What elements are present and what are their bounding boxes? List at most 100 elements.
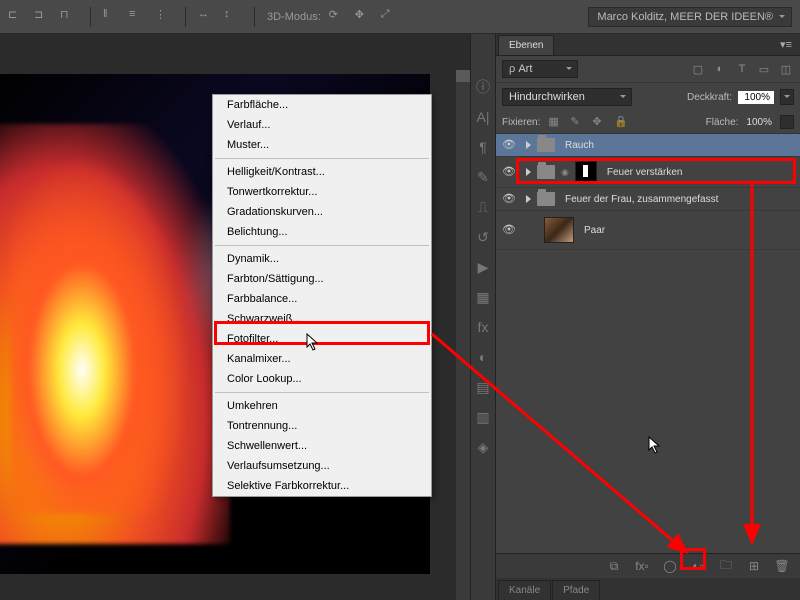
menu-item[interactable]: Helligkeit/Kontrast... <box>213 162 431 182</box>
lock-pixels-icon[interactable]: ✎ <box>570 115 584 129</box>
tab-channels[interactable]: Kanäle <box>498 580 551 600</box>
layer-effects-icon[interactable]: fx▫ <box>634 559 650 573</box>
lock-label: Fixieren: <box>502 117 540 128</box>
menu-item[interactable]: Farbbalance... <box>213 289 431 309</box>
3d-orbit-icon[interactable]: ⟳ <box>329 8 347 26</box>
menu-item[interactable]: Verlauf... <box>213 115 431 135</box>
layer-thumbnail[interactable] <box>544 217 574 243</box>
bottom-panel-tabs: Kanäle Pfade <box>496 578 800 600</box>
adjustment-layer-menu: Farbfläche...Verlauf...Muster... Helligke… <box>212 94 432 497</box>
distribute-icon[interactable]: ⋮ <box>155 8 173 26</box>
character-icon[interactable]: A| <box>474 108 492 126</box>
menu-item[interactable]: Verlaufsumsetzung... <box>213 456 431 476</box>
layers-icon[interactable]: ▤ <box>474 378 492 396</box>
expand-icon[interactable] <box>526 195 531 203</box>
filter-shape-icon[interactable]: ▭ <box>756 62 772 76</box>
paragraph-icon[interactable]: ¶ <box>474 138 492 156</box>
distribute-icon[interactable]: ≡ <box>129 8 147 26</box>
new-group-icon[interactable]: 🗀 <box>718 559 734 573</box>
panel-tabs: Ebenen ▾≡ <box>496 34 800 56</box>
menu-item[interactable]: Gradationskurven... <box>213 202 431 222</box>
layer-rauch[interactable]: 👁 Rauch <box>496 134 800 157</box>
layer-feuer-frau[interactable]: 👁 Feuer der Frau, zusammengefasst <box>496 188 800 211</box>
menu-item[interactable]: Muster... <box>213 135 431 155</box>
menu-item[interactable]: Tontrennung... <box>213 416 431 436</box>
folder-icon <box>537 138 555 152</box>
tab-layers[interactable]: Ebenen <box>498 35 554 55</box>
align-icon[interactable]: ⊐ <box>34 8 52 26</box>
new-adjustment-icon[interactable]: ◐▫ <box>690 559 706 573</box>
visibility-icon[interactable]: 👁 <box>502 165 516 179</box>
styles-icon[interactable]: fx <box>474 318 492 336</box>
opacity-label: Deckkraft: <box>687 92 732 103</box>
tab-paths[interactable]: Pfade <box>552 580 600 600</box>
fill-label: Fläche: <box>706 117 739 128</box>
workspace-selector[interactable]: Marco Kolditz, MEER DER IDEEN® <box>588 7 792 27</box>
actions-icon[interactable]: ▶ <box>474 258 492 276</box>
menu-item[interactable]: Kanalmixer... <box>213 349 431 369</box>
distribute-icon[interactable]: ‖ <box>103 8 121 26</box>
layers-panel: Ebenen ▾≡ ρ Art ▢ ◐ T ▭ ◫ Hindurchwirken… <box>496 34 800 600</box>
panel-menu-icon[interactable]: ▾≡ <box>772 34 800 55</box>
lock-all-icon[interactable]: 🔒 <box>614 115 628 129</box>
lock-position-icon[interactable]: ✥ <box>592 115 606 129</box>
layers-list: 👁 Rauch 👁 ◉ Feuer verstärken 👁 Feuer der… <box>496 134 800 553</box>
channels-icon[interactable]: ▥ <box>474 408 492 426</box>
link-layers-icon[interactable]: ⧉ <box>606 559 622 573</box>
info-icon[interactable]: ⓘ <box>474 78 492 96</box>
menu-item[interactable]: Umkehren <box>213 396 431 416</box>
menu-item[interactable]: Farbfläche... <box>213 95 431 115</box>
visibility-icon[interactable]: 👁 <box>502 223 516 237</box>
blend-mode-select[interactable]: Hindurchwirken <box>502 88 632 106</box>
layers-panel-footer: ⧉ fx▫ ◯ ◐▫ 🗀 ⊞ 🗑 <box>496 553 800 578</box>
layer-feuer-verstaerken[interactable]: 👁 ◉ Feuer verstärken <box>496 157 800 188</box>
folder-icon <box>537 165 555 179</box>
lock-transparency-icon[interactable]: ▦ <box>548 115 562 129</box>
menu-item[interactable]: Fotofilter... <box>213 329 431 349</box>
menu-item[interactable]: Dynamik... <box>213 249 431 269</box>
layer-mask-thumb[interactable] <box>575 161 597 183</box>
folder-icon <box>537 192 555 206</box>
3d-zoom-icon[interactable]: ⤢ <box>381 8 399 26</box>
new-layer-icon[interactable]: ⊞ <box>746 559 762 573</box>
menu-item[interactable]: Schwellenwert... <box>213 436 431 456</box>
visibility-icon[interactable]: 👁 <box>502 138 516 152</box>
brush-icon[interactable]: ✎ <box>474 168 492 186</box>
menu-item[interactable]: Belichtung... <box>213 222 431 242</box>
filter-smart-icon[interactable]: ◫ <box>778 62 794 76</box>
align-icons: ⊏ ⊐ ⊓ ‖ ≡ ⋮ ↔ ↕ 3D-Modus: ⟳ ✥ ⤢ <box>8 7 399 27</box>
clone-icon[interactable]: ⎍ <box>474 198 492 216</box>
align-icon[interactable]: ⊓ <box>60 8 78 26</box>
history-icon[interactable]: ↺ <box>474 228 492 246</box>
opacity-dropdown[interactable] <box>780 89 794 105</box>
align-icon[interactable]: ⊏ <box>8 8 26 26</box>
opacity-value[interactable]: 100% <box>738 91 774 104</box>
filter-pixel-icon[interactable]: ▢ <box>690 62 706 76</box>
layer-filter-type[interactable]: ρ Art <box>502 60 578 78</box>
layer-paar[interactable]: 👁 Paar <box>496 211 800 250</box>
menu-item[interactable]: Color Lookup... <box>213 369 431 389</box>
menu-item[interactable]: Farbton/Sättigung... <box>213 269 431 289</box>
3d-pan-icon[interactable]: ✥ <box>355 8 373 26</box>
menu-item[interactable]: Selektive Farbkorrektur... <box>213 476 431 496</box>
spacing-icon[interactable]: ↕ <box>224 8 242 26</box>
fill-dropdown[interactable] <box>780 115 794 129</box>
vertical-scrollbar[interactable] <box>456 70 470 600</box>
paths-icon[interactable]: ◈ <box>474 438 492 456</box>
fill-value[interactable]: 100% <box>746 117 772 128</box>
swatches-icon[interactable]: ▦ <box>474 288 492 306</box>
menu-item[interactable]: Tonwertkorrektur... <box>213 182 431 202</box>
collapsed-panel-dock: ⓘ A| ¶ ✎ ⎍ ↺ ▶ ▦ fx ◐ ▤ ▥ ◈ <box>470 34 496 600</box>
filter-type-icon[interactable]: T <box>734 62 750 76</box>
delete-layer-icon[interactable]: 🗑 <box>774 559 790 573</box>
spacing-icon[interactable]: ↔ <box>198 8 216 26</box>
adjustments-icon[interactable]: ◐ <box>474 348 492 366</box>
filter-adjust-icon[interactable]: ◐ <box>712 62 728 76</box>
menu-item[interactable]: Schwarzweiß... <box>213 309 431 329</box>
visibility-icon[interactable]: 👁 <box>502 192 516 206</box>
expand-icon[interactable] <box>526 168 531 176</box>
add-mask-icon[interactable]: ◯ <box>662 559 678 573</box>
options-bar: ⊏ ⊐ ⊓ ‖ ≡ ⋮ ↔ ↕ 3D-Modus: ⟳ ✥ ⤢ Marco Ko… <box>0 0 800 34</box>
expand-icon[interactable] <box>526 141 531 149</box>
mode-3d-label: 3D-Modus: <box>267 11 321 23</box>
